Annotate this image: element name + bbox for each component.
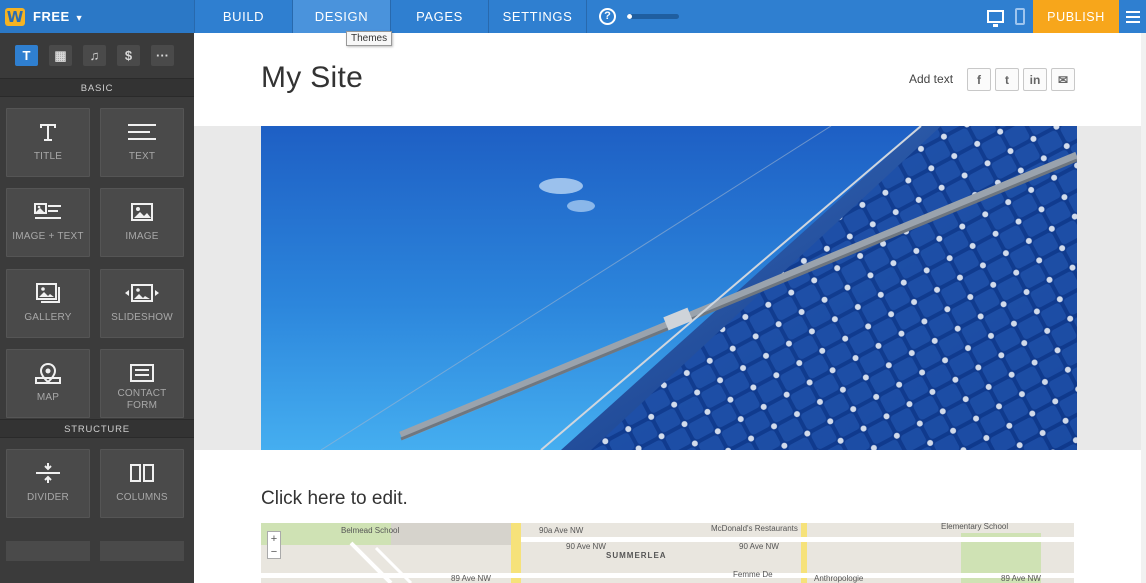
linkedin-icon[interactable]: in bbox=[1023, 68, 1047, 91]
main-nav: BUILD DESIGN PAGES SETTINGS bbox=[194, 0, 586, 33]
plan-label: FREE bbox=[33, 9, 70, 24]
plan-switcher[interactable]: W FREE ▼ bbox=[0, 0, 194, 33]
zoom-out-icon[interactable]: − bbox=[271, 546, 277, 558]
music-type-icon[interactable]: ♫ bbox=[83, 45, 106, 66]
element-label: IMAGE + TEXT bbox=[12, 231, 84, 243]
top-toolbar: W FREE ▼ BUILD DESIGN PAGES SETTINGS ? P… bbox=[0, 0, 1146, 33]
divider-icon bbox=[35, 462, 61, 484]
twitter-icon[interactable]: t bbox=[995, 68, 1019, 91]
commerce-type-icon[interactable]: $ bbox=[117, 45, 140, 66]
banner-image[interactable] bbox=[261, 126, 1077, 450]
columns-icon bbox=[129, 462, 155, 484]
tab-design[interactable]: DESIGN bbox=[292, 0, 390, 33]
email-icon[interactable]: ✉ bbox=[1051, 68, 1075, 91]
editable-paragraph[interactable]: Click here to edit. bbox=[261, 488, 408, 510]
element-label: DIVIDER bbox=[27, 492, 69, 503]
element-partial-tile[interactable] bbox=[6, 541, 90, 561]
elements-sidebar: T ▦ ♫ $ ··· BASIC TITLE TEXT IMAGE + TEX… bbox=[0, 33, 194, 583]
desktop-view-icon[interactable] bbox=[987, 10, 1004, 27]
element-image[interactable]: IMAGE bbox=[100, 188, 184, 258]
element-slideshow[interactable]: SLIDESHOW bbox=[100, 268, 184, 338]
element-label: GALLERY bbox=[24, 311, 72, 323]
element-partial-tile[interactable] bbox=[100, 541, 184, 561]
element-map[interactable]: MAP bbox=[6, 348, 90, 418]
map-label: 89 Ave NW bbox=[451, 574, 491, 583]
facebook-icon[interactable]: f bbox=[967, 68, 991, 91]
element-label: CONTACT FORM bbox=[117, 387, 167, 411]
weebly-logo-icon: W bbox=[5, 7, 25, 26]
map-label: 89 Ave NW bbox=[1001, 574, 1041, 583]
element-columns[interactable]: COLUMNS bbox=[100, 449, 184, 518]
map-zoom-control: + − bbox=[267, 531, 281, 559]
themes-tooltip: Themes bbox=[346, 31, 393, 46]
element-label: COLUMNS bbox=[116, 492, 168, 503]
map-icon bbox=[35, 362, 61, 384]
setup-progress-bar bbox=[627, 14, 679, 19]
element-label: SLIDESHOW bbox=[111, 311, 173, 323]
tab-build[interactable]: BUILD bbox=[194, 0, 292, 33]
site-header: My Site Add text f t in ✉ bbox=[194, 33, 1146, 126]
basic-elements-grid: TITLE TEXT IMAGE + TEXT IMAGE GALLERY SL… bbox=[0, 97, 194, 419]
hamburger-menu-icon[interactable] bbox=[1119, 0, 1146, 33]
canvas-scrollbar[interactable] bbox=[1141, 33, 1146, 583]
structure-elements-grid: DIVIDER COLUMNS bbox=[0, 438, 194, 532]
element-gallery[interactable]: GALLERY bbox=[6, 268, 90, 338]
help-area: ? bbox=[586, 0, 679, 33]
text-icon bbox=[127, 121, 157, 143]
mobile-view-icon[interactable] bbox=[1015, 8, 1025, 25]
element-divider[interactable]: DIVIDER bbox=[6, 449, 90, 518]
progress-fill bbox=[627, 14, 633, 19]
title-icon bbox=[37, 121, 59, 143]
map-label: 90 Ave NW bbox=[566, 542, 606, 551]
header-add-text[interactable]: Add text bbox=[909, 72, 953, 86]
map-label: Belmead School bbox=[341, 526, 399, 535]
element-label: TITLE bbox=[33, 151, 63, 162]
tab-settings[interactable]: SETTINGS bbox=[488, 0, 586, 33]
element-label: IMAGE bbox=[125, 231, 159, 243]
layout-type-icon[interactable]: ▦ bbox=[49, 45, 72, 66]
text-type-icon[interactable]: T bbox=[15, 45, 38, 66]
embedded-map[interactable]: Belmead School 90a Ave NW 90 Ave NW SUMM… bbox=[261, 523, 1074, 583]
slideshow-icon bbox=[124, 282, 160, 304]
element-type-tabs: T ▦ ♫ $ ··· bbox=[0, 33, 194, 78]
device-toggle bbox=[979, 0, 1033, 33]
image-text-icon bbox=[34, 201, 62, 223]
zoom-in-icon[interactable]: + bbox=[271, 533, 277, 545]
more-type-icon[interactable]: ··· bbox=[151, 45, 174, 66]
publish-button[interactable]: PUBLISH bbox=[1033, 0, 1119, 33]
editor-window: W FREE ▼ BUILD DESIGN PAGES SETTINGS ? P… bbox=[0, 0, 1146, 583]
help-icon[interactable]: ? bbox=[599, 8, 616, 25]
map-label: 90 Ave NW bbox=[739, 542, 779, 551]
site-canvas: My Site Add text f t in ✉ Click here to … bbox=[194, 33, 1146, 583]
element-image-text[interactable]: IMAGE + TEXT bbox=[6, 188, 90, 258]
element-label: MAP bbox=[36, 391, 60, 403]
element-contact-form[interactable]: CONTACT FORM bbox=[100, 348, 184, 418]
image-icon bbox=[130, 201, 154, 223]
contact-form-icon bbox=[129, 362, 155, 384]
site-title[interactable]: My Site bbox=[261, 61, 363, 95]
gallery-icon bbox=[35, 282, 61, 304]
map-label: 90a Ave NW bbox=[539, 526, 584, 535]
social-icons: f t in ✉ bbox=[967, 68, 1075, 91]
tab-pages[interactable]: PAGES bbox=[390, 0, 488, 33]
map-label: McDonald's Restaurants bbox=[711, 524, 798, 533]
chevron-down-icon: ▼ bbox=[74, 12, 84, 23]
structure-section-header: STRUCTURE bbox=[0, 419, 194, 438]
element-text[interactable]: TEXT bbox=[100, 108, 184, 177]
map-label: Anthropologie bbox=[814, 574, 864, 583]
element-label: TEXT bbox=[128, 151, 156, 162]
element-title[interactable]: TITLE bbox=[6, 108, 90, 177]
basic-section-header: BASIC bbox=[0, 78, 194, 97]
map-label: Elementary School bbox=[941, 523, 1008, 531]
map-label: Femme De bbox=[733, 570, 773, 579]
map-label: SUMMERLEA bbox=[606, 551, 667, 560]
